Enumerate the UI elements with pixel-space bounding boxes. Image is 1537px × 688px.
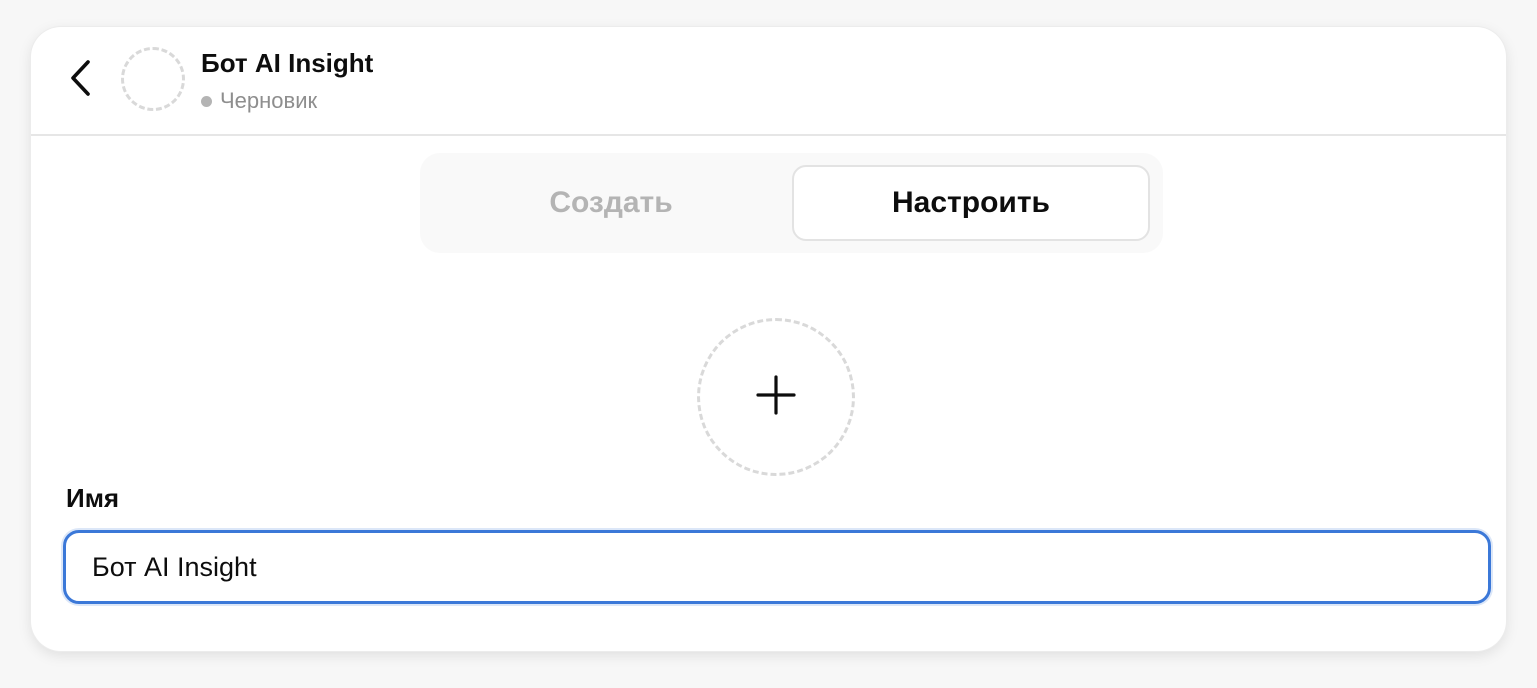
status-dot <box>201 95 212 107</box>
avatar-upload-button[interactable] <box>697 318 855 476</box>
status-row: Черновик <box>201 88 317 114</box>
name-label: Имя <box>66 483 120 513</box>
name-input[interactable] <box>63 530 1491 604</box>
status-text: Черновик <box>220 88 318 113</box>
editor-header: Бот AI Insight Черновик <box>31 27 1506 136</box>
mode-switcher: Создать Настроить <box>420 153 1163 253</box>
tab-create[interactable]: Создать <box>432 165 790 241</box>
plus-icon <box>756 374 796 420</box>
gpt-editor-card: Бот AI Insight Черновик Создать Настроит… <box>31 27 1506 651</box>
bot-avatar-placeholder <box>121 47 185 111</box>
bot-title: Бот AI Insight <box>201 48 374 78</box>
tab-configure[interactable]: Настроить <box>792 165 1150 241</box>
back-button[interactable] <box>65 59 95 102</box>
chevron-left-icon <box>68 59 92 102</box>
